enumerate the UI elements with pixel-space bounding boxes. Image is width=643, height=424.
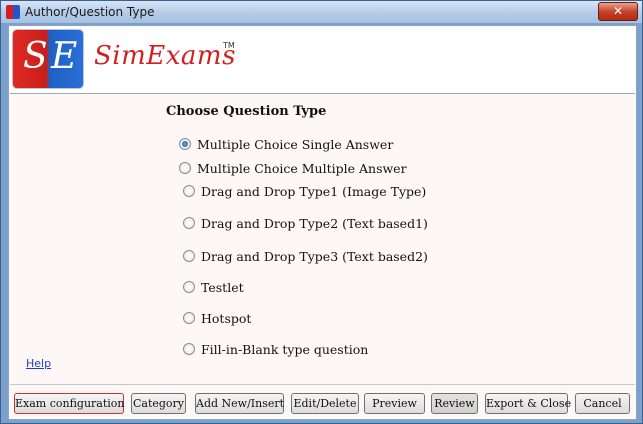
logo-banner: S E SimExams TM bbox=[10, 27, 635, 94]
option-label: Multiple Choice Multiple Answer bbox=[197, 161, 407, 176]
edit-delete-button[interactable]: Edit/Delete bbox=[291, 393, 359, 414]
export-close-button[interactable]: Export & Close bbox=[485, 393, 571, 414]
option-mcma[interactable]: Multiple Choice Multiple Answer bbox=[179, 161, 407, 176]
option-label: Testlet bbox=[201, 280, 244, 295]
radio-icon[interactable] bbox=[183, 185, 195, 197]
option-label: Drag and Drop Type2 (Text based1) bbox=[201, 216, 428, 231]
option-label: Multiple Choice Single Answer bbox=[197, 137, 394, 152]
trademark-mark: TM bbox=[223, 41, 235, 50]
title-bar[interactable]: Author/Question Type ✕ bbox=[1, 1, 642, 23]
add-new-insert-button[interactable]: Add New/Insert bbox=[195, 393, 284, 414]
app-icon bbox=[6, 5, 20, 19]
radio-icon[interactable] bbox=[183, 281, 195, 293]
review-button[interactable]: Review bbox=[431, 393, 478, 414]
category-button[interactable]: Category bbox=[131, 393, 186, 414]
option-fill-in-blank[interactable]: Fill-in-Blank type question bbox=[183, 342, 368, 357]
close-button[interactable]: ✕ bbox=[598, 2, 638, 21]
exam-configuration-button[interactable]: Exam configuration bbox=[14, 393, 125, 414]
option-hotspot[interactable]: Hotspot bbox=[183, 311, 251, 326]
window-title: Author/Question Type bbox=[25, 5, 155, 19]
option-label: Drag and Drop Type1 (Image Type) bbox=[201, 184, 427, 199]
button-bar: Exam configuration Category Add New/Inse… bbox=[10, 384, 635, 419]
option-dnd-type2[interactable]: Drag and Drop Type2 (Text based1) bbox=[183, 216, 428, 231]
radio-icon[interactable] bbox=[183, 217, 195, 229]
dialog-body: S E SimExams TM Choose Question Type Mul… bbox=[8, 25, 637, 420]
radio-icon[interactable] bbox=[183, 343, 195, 355]
option-label: Fill-in-Blank type question bbox=[201, 342, 369, 357]
radio-icon[interactable] bbox=[179, 162, 191, 174]
help-link[interactable]: Help bbox=[26, 357, 51, 370]
logo-wordmark: SimExams bbox=[94, 41, 236, 71]
option-mcsa[interactable]: Multiple Choice Single Answer bbox=[179, 137, 393, 152]
option-dnd-type3[interactable]: Drag and Drop Type3 (Text based2) bbox=[183, 249, 428, 264]
radio-icon[interactable] bbox=[183, 312, 195, 324]
option-dnd-type1[interactable]: Drag and Drop Type1 (Image Type) bbox=[183, 184, 426, 199]
simexams-logo-icon: S E bbox=[13, 30, 83, 88]
radio-icon[interactable] bbox=[183, 250, 195, 262]
preview-button[interactable]: Preview bbox=[364, 393, 425, 414]
option-label: Hotspot bbox=[201, 311, 252, 326]
option-label: Drag and Drop Type3 (Text based2) bbox=[201, 249, 428, 264]
choose-question-type-heading: Choose Question Type bbox=[166, 104, 327, 119]
radio-selected-icon[interactable] bbox=[179, 138, 191, 150]
cancel-button[interactable]: Cancel bbox=[575, 393, 630, 414]
app-window: Author/Question Type ✕ S E SimExams TM C… bbox=[0, 0, 643, 424]
option-testlet[interactable]: Testlet bbox=[183, 280, 244, 295]
